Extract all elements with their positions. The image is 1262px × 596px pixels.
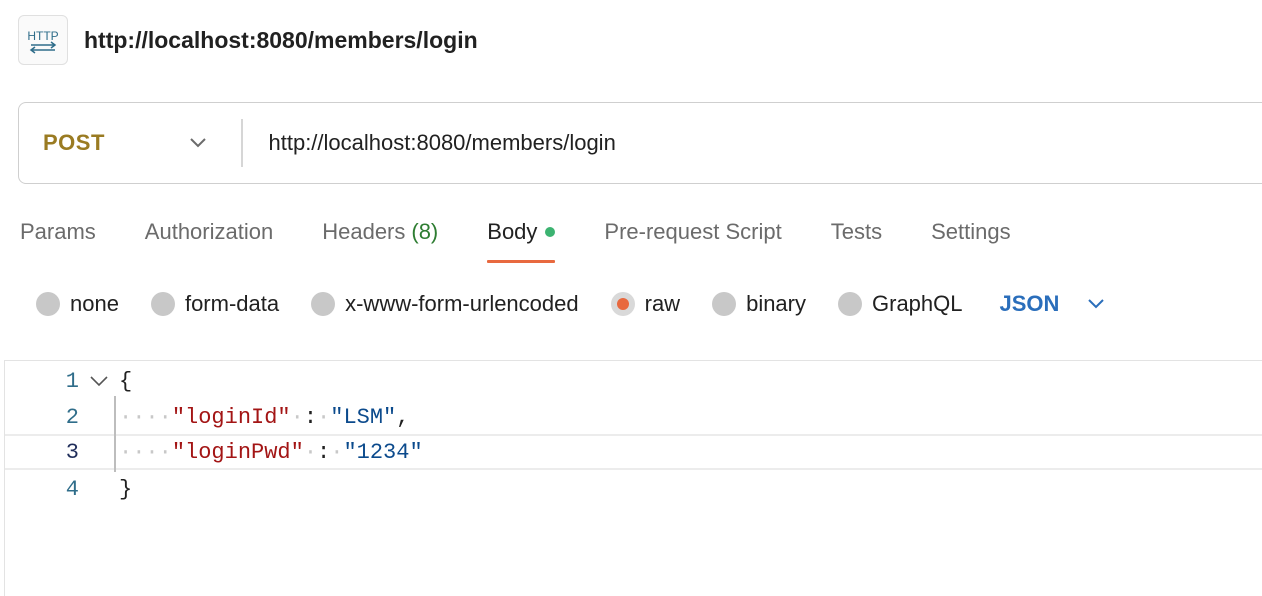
whitespace-marker: ···· — [119, 439, 172, 465]
code-text: } — [119, 476, 133, 502]
line-number: 1 — [65, 368, 79, 394]
tab-label: Tests — [830, 219, 883, 244]
chevron-down-icon — [1088, 299, 1105, 309]
chevron-down-icon — [190, 138, 206, 148]
body-type-form-data[interactable]: form-data — [150, 291, 280, 317]
svg-text:HTTP: HTTP — [27, 29, 58, 43]
http-icon: HTTP — [18, 15, 68, 65]
radio-label: x-www-form-urlencoded — [345, 291, 579, 316]
code-line-3: 3 ····"loginPwd"·:·"1234" — [5, 434, 1262, 470]
method-select[interactable]: POST — [19, 103, 241, 183]
code-line-4: 4 } — [5, 471, 1262, 507]
whitespace-marker: · — [303, 439, 318, 465]
tab-label: Settings — [931, 219, 1011, 244]
radio-button[interactable] — [712, 292, 737, 316]
url-input[interactable] — [242, 102, 1262, 184]
line-number: 3 — [65, 439, 79, 465]
radio-label: none — [70, 291, 119, 316]
tab-params[interactable]: Params — [20, 210, 96, 258]
headers-count: (8) — [411, 219, 439, 244]
tab-label: Authorization — [144, 219, 274, 244]
radio-label: form-data — [184, 291, 280, 316]
language-label: JSON — [999, 291, 1060, 316]
body-type-group: none form-data x-www-form-urlencoded raw… — [36, 282, 1105, 326]
url-bar: POST — [18, 102, 1262, 184]
body-indicator-dot — [545, 227, 556, 237]
method-label: POST — [43, 130, 105, 155]
json-string: "LSM" — [330, 404, 397, 430]
body-type-urlencoded[interactable]: x-www-form-urlencoded — [311, 291, 579, 317]
code-line-1: 1 { — [5, 363, 1262, 399]
json-colon: : — [303, 404, 318, 430]
request-title[interactable]: http://localhost:8080/members/login — [84, 27, 478, 54]
code-text: ····"loginPwd"·:·"1234" — [119, 440, 423, 465]
radio-label: raw — [644, 291, 681, 316]
tab-headers[interactable]: Headers (8) — [322, 210, 438, 258]
language-select[interactable]: JSON — [1000, 291, 1106, 317]
json-string: "1234" — [343, 439, 423, 465]
radio-button[interactable] — [150, 292, 175, 316]
line-number: 2 — [65, 404, 79, 430]
json-comma: , — [396, 404, 410, 430]
line-number: 4 — [65, 476, 79, 502]
whitespace-marker: ···· — [119, 404, 172, 430]
radio-button[interactable] — [838, 292, 862, 316]
request-header: HTTP http://localhost:8080/members/login — [18, 14, 478, 66]
tab-pre-request-script[interactable]: Pre-request Script — [604, 210, 781, 258]
json-key: "loginId" — [171, 404, 291, 430]
indent-guide — [114, 396, 116, 472]
tab-label: Body — [487, 219, 538, 244]
tab-authorization[interactable]: Authorization — [145, 210, 273, 258]
code-text: ····"loginId"·:·"LSM", — [119, 405, 409, 430]
whitespace-marker: · — [330, 439, 344, 465]
tab-label: Pre-request Script — [604, 219, 782, 244]
body-type-raw[interactable]: raw — [610, 291, 681, 317]
radio-button[interactable] — [311, 292, 336, 316]
json-colon: : — [317, 439, 331, 465]
radio-label: GraphQL — [872, 291, 963, 316]
whitespace-marker: · — [317, 404, 331, 430]
code-line-2: 2 ····"loginId"·:·"LSM", — [5, 399, 1262, 435]
body-editor[interactable]: 1 { 2 ····"loginId"·:·"LSM", 3 ····"logi… — [4, 360, 1262, 596]
radio-label: binary — [746, 291, 806, 316]
tab-label: Params — [20, 219, 96, 244]
tab-tests[interactable]: Tests — [831, 210, 882, 258]
body-type-binary[interactable]: binary — [712, 291, 806, 317]
whitespace-marker: · — [290, 404, 304, 430]
code-text: { — [119, 368, 133, 394]
tab-label: Headers — [322, 219, 406, 244]
tab-body[interactable]: Body — [487, 210, 556, 263]
tab-settings[interactable]: Settings — [931, 210, 1011, 258]
fold-chevron-icon[interactable] — [79, 375, 119, 387]
radio-button[interactable] — [36, 292, 60, 316]
body-type-none[interactable]: none — [36, 291, 119, 317]
json-key: "loginPwd" — [171, 439, 304, 465]
body-type-graphql[interactable]: GraphQL — [838, 291, 963, 317]
request-tabs: Params Authorization Headers (8) Body Pr… — [20, 210, 1060, 266]
radio-button-checked[interactable] — [610, 292, 635, 316]
request-page: HTTP http://localhost:8080/members/login… — [0, 0, 1262, 596]
